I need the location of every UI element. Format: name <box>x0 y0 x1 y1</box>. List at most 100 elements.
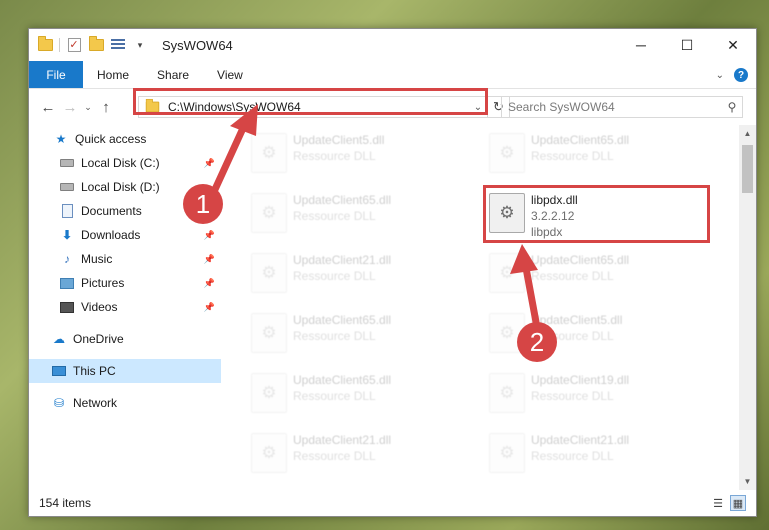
file-name: UpdateClient21.dll <box>293 253 392 267</box>
file-name: UpdateClient21.dll <box>531 433 630 447</box>
file-list: ⚙ UpdateClient5.dll Ressource DLL ⚙ Updat… <box>221 125 756 490</box>
back-button[interactable]: ← <box>37 96 59 118</box>
file-name: UpdateClient5.dll <box>293 133 385 147</box>
sidebar-item-label: Documents <box>81 204 142 218</box>
forward-button[interactable]: → <box>59 96 81 118</box>
sidebar-item-label: Network <box>73 396 118 410</box>
customize-toolbar-icon[interactable] <box>110 37 126 53</box>
vertical-scrollbar[interactable]: ▲ ▼ <box>739 125 756 490</box>
file-item[interactable]: ⚙ UpdateClient65.dll Ressource DLL <box>247 305 473 361</box>
tiles-view-icon[interactable]: ▦ <box>730 495 746 511</box>
title-bar: ✓ ▾ SysWOW64 ─ ☐ ✕ <box>29 29 756 61</box>
dll-file-icon: ⚙ <box>251 373 287 413</box>
dll-file-icon: ⚙ <box>489 193 525 233</box>
dll-file-icon: ⚙ <box>489 313 525 353</box>
sidebar-item-this-pc[interactable]: This PC <box>29 359 221 383</box>
minimize-button[interactable]: ─ <box>618 29 664 61</box>
file-name: UpdateClient19.dll <box>531 373 630 387</box>
sidebar-item-label: OneDrive <box>73 332 124 346</box>
sidebar-item-quick-access[interactable]: ★ Quick access <box>29 127 221 151</box>
file-type: libpdx <box>531 225 563 239</box>
scroll-up-icon[interactable]: ▲ <box>739 125 756 142</box>
file-name: libpdx.dll <box>531 193 578 207</box>
sidebar-item-local-disk-c[interactable]: Local Disk (C:) 📌 <box>29 151 221 175</box>
file-type: Ressource DLL <box>531 269 614 283</box>
sidebar-item-documents[interactable]: Documents 📌 <box>29 199 221 223</box>
file-name: UpdateClient65.dll <box>293 313 392 327</box>
file-type: Ressource DLL <box>293 389 376 403</box>
sidebar-item-label: This PC <box>73 364 116 378</box>
expand-ribbon-icon[interactable]: ⌄ <box>716 70 724 81</box>
file-item[interactable]: ⚙ UpdateClient21.dll Ressource DLL <box>247 425 473 481</box>
navigation-pane: ★ Quick access Local Disk (C:) 📌 Local D… <box>29 125 221 490</box>
file-type: Ressource DLL <box>293 329 376 343</box>
dll-file-icon: ⚙ <box>251 193 287 233</box>
file-item[interactable]: ⚙ UpdateClient5.dll Ressource DLL <box>247 125 473 181</box>
file-item[interactable]: ⚙ UpdateClient65.dll Ressource DLL <box>485 125 711 181</box>
maximize-button[interactable]: ☐ <box>664 29 710 61</box>
tab-file[interactable]: File <box>29 61 83 88</box>
drive-icon <box>59 155 75 171</box>
pin-icon[interactable]: 📌 <box>204 278 215 289</box>
file-item[interactable]: ⚙ UpdateClient65.dll Ressource DLL <box>485 245 711 301</box>
sidebar-item-local-disk-d[interactable]: Local Disk (D:) <box>29 175 221 199</box>
quick-access-toolbar: ✓ ▾ <box>29 29 148 61</box>
toolbar-divider <box>59 38 60 52</box>
file-item[interactable]: ⚙ UpdateClient65.dll Ressource DLL <box>247 365 473 421</box>
sidebar-item-videos[interactable]: Videos 📌 <box>29 295 221 319</box>
sidebar-item-label: Pictures <box>81 276 125 290</box>
properties-check-icon[interactable]: ✓ <box>66 37 82 53</box>
pin-icon[interactable]: 📌 <box>204 206 215 217</box>
file-type: Ressource DLL <box>293 209 376 223</box>
search-icon[interactable]: ⚲ <box>722 100 742 114</box>
sidebar-item-network[interactable]: ⛁ Network <box>29 391 221 415</box>
videos-icon <box>59 299 75 315</box>
pin-icon[interactable]: 📌 <box>204 158 215 169</box>
toolbar-dropdown-icon[interactable]: ▾ <box>132 37 148 53</box>
up-button[interactable]: ↑ <box>95 96 117 118</box>
pin-icon[interactable]: 📌 <box>204 230 215 241</box>
ribbon-tabs: File Home Share View ⌄ ? <box>29 61 756 89</box>
file-type: Ressource DLL <box>531 389 614 403</box>
dll-file-icon: ⚙ <box>251 133 287 173</box>
ribbon-right-controls: ⌄ ? <box>716 61 748 89</box>
sidebar-item-music[interactable]: ♪ Music 📌 <box>29 247 221 271</box>
scroll-down-icon[interactable]: ▼ <box>739 473 756 490</box>
close-button[interactable]: ✕ <box>710 29 756 61</box>
file-item-libpdx[interactable]: ⚙ libpdx.dll 3.2.2.12 libpdx <box>485 185 711 241</box>
scrollbar-thumb[interactable] <box>742 145 753 193</box>
new-folder-icon[interactable] <box>88 36 104 53</box>
recent-locations-icon[interactable]: ⌄ <box>81 96 95 118</box>
details-view-icon[interactable]: ☰ <box>710 495 726 511</box>
folder-icon <box>37 36 53 53</box>
item-count: 154 items <box>39 496 92 510</box>
search-input[interactable]: Search SysWOW64 <box>508 100 722 114</box>
dll-file-icon: ⚙ <box>489 133 525 173</box>
file-name: UpdateClient65.dll <box>293 193 392 207</box>
pin-icon[interactable]: 📌 <box>204 254 215 265</box>
search-box[interactable]: Search SysWOW64 ⚲ <box>501 96 743 118</box>
help-icon[interactable]: ? <box>734 68 748 82</box>
file-type: Ressource DLL <box>293 149 376 163</box>
file-item[interactable]: ⚙ UpdateClient5.dll Ressource DLL <box>485 305 711 361</box>
sidebar-item-downloads[interactable]: ⬇ Downloads 📌 <box>29 223 221 247</box>
drive-icon <box>59 179 75 195</box>
file-type: Ressource DLL <box>293 449 376 463</box>
address-bar[interactable]: C:\Windows\SysWOW64 ⌄ <box>138 96 488 118</box>
tab-share[interactable]: Share <box>143 61 203 88</box>
dll-file-icon: ⚙ <box>489 373 525 413</box>
sidebar-item-onedrive[interactable]: ☁ OneDrive <box>29 327 221 351</box>
file-item[interactable]: ⚙ UpdateClient19.dll Ressource DLL <box>485 365 711 421</box>
sidebar-item-label: Music <box>81 252 113 266</box>
address-dropdown-icon[interactable]: ⌄ <box>469 97 487 117</box>
pin-icon[interactable]: 📌 <box>204 302 215 313</box>
tab-view[interactable]: View <box>203 61 257 88</box>
sidebar-item-pictures[interactable]: Pictures 📌 <box>29 271 221 295</box>
file-item[interactable]: ⚙ UpdateClient65.dll Ressource DLL <box>247 185 473 241</box>
file-item[interactable]: ⚙ UpdateClient21.dll Ressource DLL <box>485 425 711 481</box>
explorer-window: ✓ ▾ SysWOW64 ─ ☐ ✕ File Home Share View … <box>28 28 757 517</box>
tab-home[interactable]: Home <box>83 61 143 88</box>
file-item[interactable]: ⚙ UpdateClient21.dll Ressource DLL <box>247 245 473 301</box>
file-name: UpdateClient65.dll <box>293 373 392 387</box>
address-path[interactable]: C:\Windows\SysWOW64 <box>168 100 469 114</box>
